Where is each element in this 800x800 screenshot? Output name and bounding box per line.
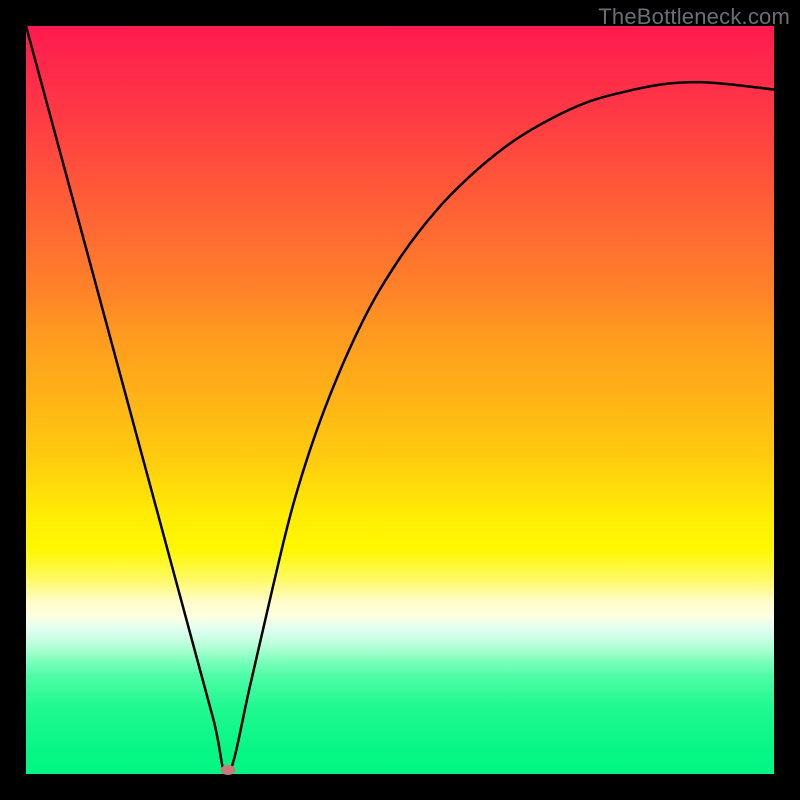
plot-area bbox=[26, 26, 774, 774]
min-point-marker bbox=[220, 765, 235, 775]
watermark-text: TheBottleneck.com bbox=[598, 4, 790, 30]
bottleneck-curve bbox=[26, 26, 774, 774]
chart-frame: TheBottleneck.com bbox=[0, 0, 800, 800]
